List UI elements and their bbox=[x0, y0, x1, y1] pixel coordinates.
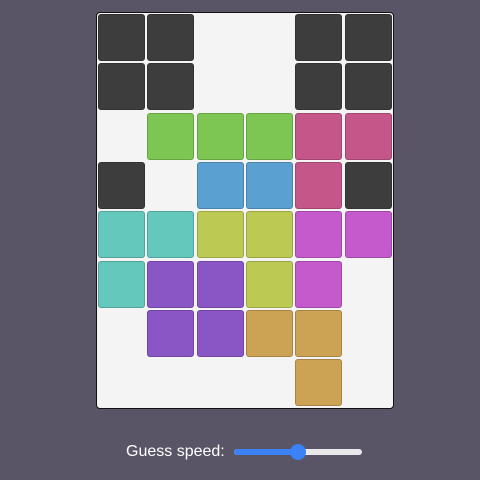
board-cell-pink[interactable] bbox=[295, 112, 343, 160]
board-cell-dark[interactable] bbox=[98, 63, 145, 111]
board-cell-dark[interactable] bbox=[295, 14, 343, 61]
board-cell-green[interactable] bbox=[245, 112, 293, 160]
board-cell-pink[interactable] bbox=[295, 161, 343, 209]
board-cell-teal[interactable] bbox=[98, 260, 145, 308]
board-cell-teal[interactable] bbox=[147, 211, 195, 259]
board-cell-olive[interactable] bbox=[196, 211, 244, 259]
board-cell-olive[interactable] bbox=[245, 260, 293, 308]
board-cell-dark[interactable] bbox=[295, 63, 343, 111]
board-cell-gold[interactable] bbox=[295, 359, 343, 407]
board-cell-teal[interactable] bbox=[98, 211, 145, 259]
board-cell-dark[interactable] bbox=[98, 14, 145, 61]
puzzle-board[interactable] bbox=[96, 12, 394, 409]
guess-speed-slider[interactable] bbox=[234, 443, 362, 461]
board-cell-purple[interactable] bbox=[196, 309, 244, 357]
board-cell-green[interactable] bbox=[147, 112, 195, 160]
board-cell-dark[interactable] bbox=[147, 14, 195, 61]
board-cell-blue[interactable] bbox=[196, 161, 244, 209]
board-cell-olive[interactable] bbox=[245, 211, 293, 259]
controls-bar: Guess speed: bbox=[0, 437, 480, 467]
guess-speed-label: Guess speed: bbox=[126, 443, 225, 460]
board-cell-dark[interactable] bbox=[344, 14, 392, 61]
board-cell-purple[interactable] bbox=[196, 260, 244, 308]
board-cell-pink[interactable] bbox=[344, 112, 392, 160]
board-cell-green[interactable] bbox=[196, 112, 244, 160]
board-cell-dark[interactable] bbox=[344, 161, 392, 209]
board-cell-dark[interactable] bbox=[98, 161, 145, 209]
slider-fill bbox=[234, 449, 298, 455]
board-cell-gold[interactable] bbox=[295, 309, 343, 357]
board-cell-magenta[interactable] bbox=[295, 260, 343, 308]
slider-thumb[interactable] bbox=[290, 444, 306, 460]
board-cell-gold[interactable] bbox=[245, 309, 293, 357]
board-cell-purple[interactable] bbox=[147, 260, 195, 308]
board-cell-dark[interactable] bbox=[344, 63, 392, 111]
board-cell-purple[interactable] bbox=[147, 309, 195, 357]
board-cell-dark[interactable] bbox=[147, 63, 195, 111]
board-cell-magenta[interactable] bbox=[344, 211, 392, 259]
board-cell-magenta[interactable] bbox=[295, 211, 343, 259]
board-cell-blue[interactable] bbox=[245, 161, 293, 209]
